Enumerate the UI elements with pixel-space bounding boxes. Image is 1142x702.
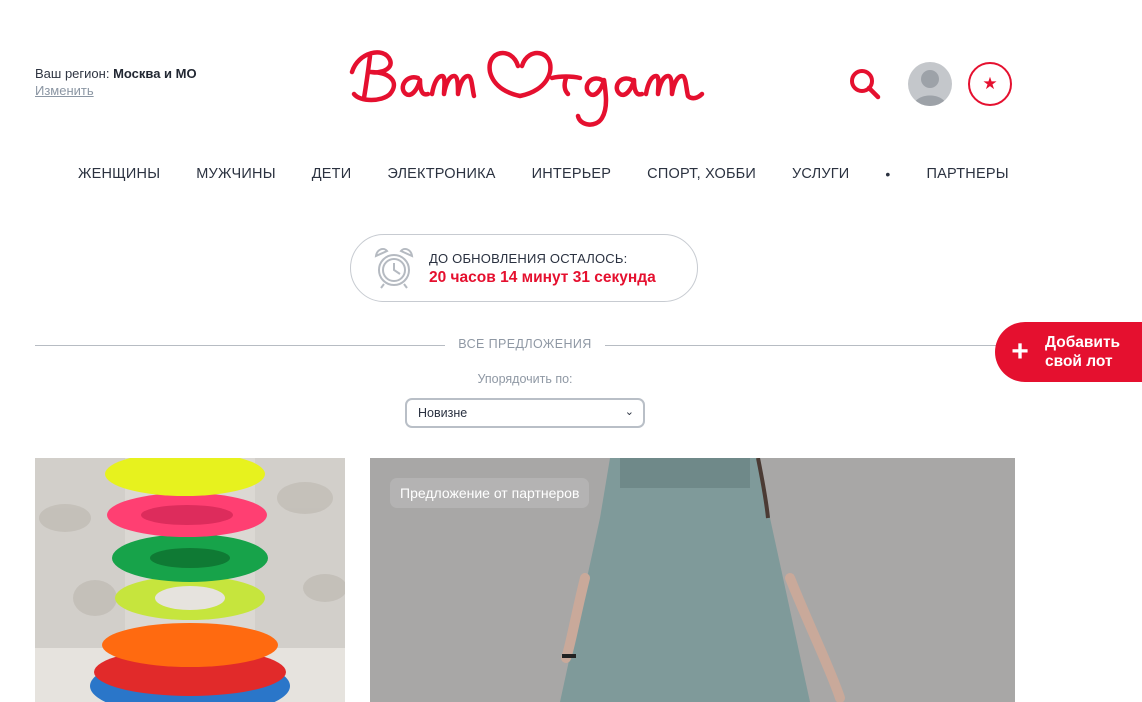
region-prefix: Ваш регион: (35, 66, 110, 81)
add-lot-label: Добавить свой лот (1045, 333, 1140, 371)
lot-card-partner[interactable]: Предложение от партнеров (370, 458, 1015, 702)
logo-script (349, 50, 705, 127)
add-lot-button[interactable]: + Добавить свой лот (995, 322, 1142, 382)
change-region-link[interactable]: Изменить (35, 83, 197, 99)
user-icon (913, 70, 947, 106)
divider-left (35, 345, 445, 346)
lot-card[interactable] (35, 458, 345, 702)
chevron-down-icon: ⌄ (624, 405, 634, 418)
alarm-clock-icon (374, 247, 414, 289)
user-avatar[interactable] (908, 62, 952, 106)
region-name: Москва и МО (113, 66, 197, 81)
lot-image-rings-toy (35, 458, 345, 702)
region-block: Ваш регион: Москва и МО Изменить (35, 66, 197, 99)
update-timer: ДО ОБНОВЛЕНИЯ ОСТАЛОСЬ: 20 часов 14 мину… (350, 234, 698, 302)
favorites-button[interactable]: ★ (968, 62, 1012, 106)
nav-item-interior[interactable]: ИНТЕРЬЕР (514, 166, 630, 182)
nav-item-women[interactable]: ЖЕНЩИНЫ (60, 166, 178, 182)
nav-item-electronics[interactable]: ЭЛЕКТРОНИКА (369, 166, 513, 182)
nav-item-men[interactable]: МУЖЧИНЫ (178, 166, 293, 182)
nav-item-kids[interactable]: ДЕТИ (294, 166, 370, 182)
search-icon (850, 69, 881, 100)
star-icon: ★ (982, 74, 998, 94)
sort-select[interactable]: Новизне ⌄ (405, 398, 645, 428)
timer-value: 20 часов 14 минут 31 секунда (429, 269, 656, 286)
nav-item-services[interactable]: УСЛУГИ (774, 166, 867, 182)
nav-item-more-dot[interactable]: • (867, 166, 908, 182)
search-button[interactable] (848, 66, 882, 100)
add-lot-line1: Добавить (1045, 334, 1121, 351)
main-nav: ЖЕНЩИНЫ МУЖЧИНЫ ДЕТИ ЭЛЕКТРОНИКА ИНТЕРЬЕ… (60, 163, 1009, 185)
add-lot-line2: свой лот (1045, 353, 1113, 370)
nav-item-partners[interactable]: ПАРТНЕРЫ (909, 166, 1027, 182)
sort-selected-value: Новизне (418, 406, 468, 420)
timer-caption: ДО ОБНОВЛЕНИЯ ОСТАЛОСЬ: (429, 251, 628, 266)
sort-label: Упорядочить по: (477, 372, 573, 386)
plus-icon: + (1011, 335, 1029, 368)
partner-offer-badge: Предложение от партнеров (390, 478, 590, 508)
site-logo[interactable] (340, 38, 710, 134)
nav-item-sport-hobby[interactable]: СПОРТ, ХОББИ (629, 166, 774, 182)
divider-right (605, 345, 1000, 346)
section-title: ВСЕ ПРЕДЛОЖЕНИЯ (458, 337, 592, 351)
